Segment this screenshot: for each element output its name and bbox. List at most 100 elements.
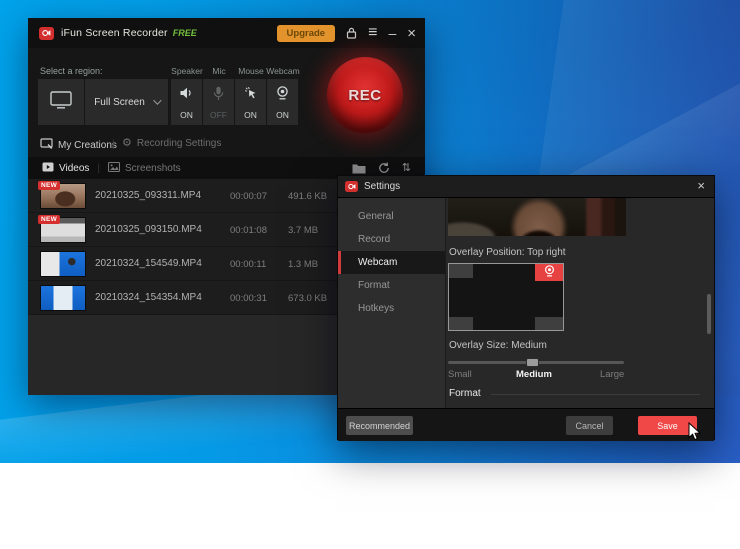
mic-state: OFF — [210, 110, 227, 120]
video-thumbnail: NEW — [38, 181, 86, 209]
videos-tab-label: Videos — [59, 162, 90, 174]
minimize-icon[interactable]: – — [388, 26, 396, 40]
recording-settings-tab[interactable]: ⚙ Recording Settings — [122, 137, 222, 150]
overlay-size-slider[interactable] — [448, 358, 624, 367]
video-duration: 00:00:31 — [230, 293, 267, 304]
save-button[interactable]: Save — [638, 416, 697, 435]
title-bar: iFun Screen Recorder FREE Upgrade ≡ – × — [28, 18, 425, 48]
video-size: 673.0 KB — [288, 293, 328, 304]
webcam-preview — [448, 198, 626, 236]
video-name: 20210324_154354.MP4 — [95, 292, 202, 303]
video-size: 3.7 MB — [288, 225, 319, 236]
video-duration: 00:00:07 — [230, 191, 267, 202]
sidebar-item-format[interactable]: Format — [338, 274, 445, 297]
webcam-preview-image — [448, 198, 626, 236]
cancel-button[interactable]: Cancel — [566, 416, 613, 435]
upgrade-button[interactable]: Upgrade — [276, 24, 336, 42]
edition-badge: FREE — [172, 28, 197, 38]
region-value: Full Screen — [94, 96, 145, 108]
slider-label-large: Large — [600, 369, 625, 380]
titlebar-controls: Upgrade ≡ – × — [276, 18, 416, 48]
slider-label-small: Small — [448, 369, 472, 380]
screenshots-tab-label: Screenshots — [125, 162, 181, 174]
video-thumbnail: NEW — [38, 215, 86, 243]
select-region-label: Select a region: — [40, 66, 103, 76]
settings-title: Settings — [364, 181, 401, 192]
recording-settings-label: Recording Settings — [136, 138, 222, 149]
menu-icon[interactable]: ≡ — [368, 25, 377, 41]
app-logo-icon — [345, 181, 358, 192]
mouse-click-icon — [244, 86, 258, 100]
overlay-size-label: Overlay Size: Medium — [449, 340, 547, 351]
video-thumbnail — [40, 285, 86, 311]
webcam-toggle[interactable]: ON — [267, 79, 298, 125]
app-logo-icon — [39, 26, 54, 40]
settings-sidebar: General Record Webcam Format Hotkeys — [338, 198, 446, 408]
video-size: 1.3 MB — [288, 259, 319, 270]
video-icon — [42, 162, 54, 175]
gear-icon: ⚙ — [122, 137, 132, 149]
image-icon — [107, 161, 121, 175]
sidebar-item-hotkeys[interactable]: Hotkeys — [338, 297, 445, 320]
refresh-icon[interactable] — [378, 162, 390, 174]
settings-dialog: Settings × General Record Webcam Format … — [337, 175, 715, 441]
webcam-icon — [544, 264, 555, 282]
sidebar-item-webcam[interactable]: Webcam — [338, 251, 445, 274]
open-folder-icon[interactable] — [352, 163, 366, 174]
video-name: 20210325_093311.MP4 — [95, 190, 202, 201]
lock-icon[interactable] — [346, 27, 357, 39]
my-creations-tab[interactable]: My Creations — [40, 138, 117, 153]
video-size: 491.6 KB — [288, 191, 328, 202]
screenshots-tab[interactable]: Screenshots — [107, 161, 181, 175]
video-name: 20210325_093150.MP4 — [95, 224, 202, 235]
creations-icon — [40, 138, 53, 153]
speaker-toggle[interactable]: ON — [171, 79, 202, 125]
new-badge: NEW — [38, 181, 61, 190]
speaker-icon — [179, 86, 194, 100]
nav-separator: | — [112, 139, 115, 150]
mic-icon — [213, 86, 224, 101]
recommended-button[interactable]: Recommended — [346, 416, 413, 435]
mouse-state: ON — [244, 110, 257, 120]
settings-scrollbar[interactable] — [707, 294, 711, 334]
slider-handle[interactable] — [526, 358, 539, 367]
region-dropdown[interactable]: Full Screen — [85, 79, 168, 125]
rec-button[interactable]: REC — [327, 57, 403, 133]
slider-label-medium: Medium — [516, 369, 552, 380]
webcam-icon — [276, 86, 289, 100]
format-section-divider — [491, 394, 700, 395]
overlay-position-selector — [448, 263, 564, 331]
close-icon[interactable]: × — [407, 26, 416, 41]
app-title: iFun Screen Recorder — [61, 27, 168, 39]
webcam-label: Webcam — [266, 66, 300, 76]
settings-footer: Recommended Cancel Save — [338, 408, 714, 441]
sort-icon[interactable]: ⇅ — [402, 162, 411, 174]
region-monitor-button[interactable] — [38, 79, 84, 125]
position-bottom-right[interactable] — [535, 317, 563, 330]
my-creations-label: My Creations — [58, 140, 117, 151]
position-top-left[interactable] — [449, 264, 473, 278]
video-thumbnail — [40, 251, 86, 277]
position-top-right-selected[interactable] — [535, 264, 563, 281]
new-badge: NEW — [38, 215, 61, 224]
webcam-state: ON — [276, 110, 289, 120]
close-icon[interactable]: × — [697, 178, 705, 193]
overlay-position-label: Overlay Position: Top right — [449, 247, 566, 258]
sidebar-item-record[interactable]: Record — [338, 228, 445, 251]
nav-row: My Creations | ⚙ Recording Settings — [28, 138, 425, 157]
video-name: 20210324_154549.MP4 — [95, 258, 202, 269]
rec-button-label: REC — [348, 86, 382, 104]
video-duration: 00:01:08 — [230, 225, 267, 236]
library-actions: ⇅ — [352, 162, 411, 174]
tab-separator: | — [97, 162, 101, 174]
mouse-toggle[interactable]: ON — [235, 79, 266, 125]
speaker-state: ON — [180, 110, 193, 120]
settings-title-bar: Settings × — [338, 176, 714, 198]
videos-tab[interactable]: Videos — [42, 162, 89, 175]
chevron-down-icon — [152, 96, 162, 105]
monitor-icon — [50, 90, 72, 114]
position-bottom-left[interactable] — [449, 317, 473, 330]
format-section-header: Format — [449, 388, 481, 399]
mic-toggle[interactable]: OFF — [203, 79, 234, 125]
sidebar-item-general[interactable]: General — [338, 205, 445, 228]
